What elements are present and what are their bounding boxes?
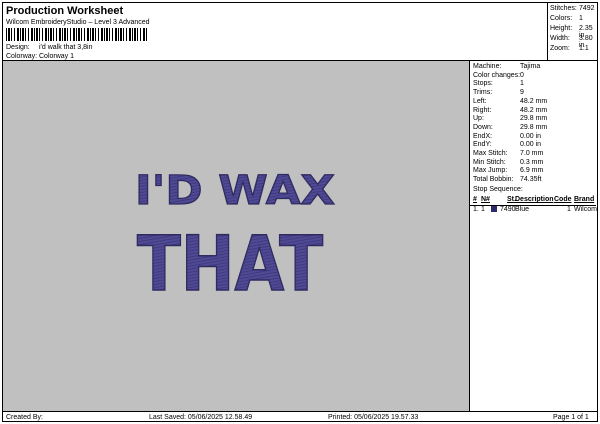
info-value: 0.00 in — [520, 132, 542, 140]
info-value: 9 — [520, 89, 524, 97]
info-value: 1 — [520, 80, 524, 88]
info-label: Left: — [473, 97, 487, 105]
info-row: Max Stitch: 7.0 mm — [473, 150, 593, 159]
info-value: Tajima — [520, 63, 541, 70]
info-row: EndX: 0.00 in — [473, 133, 593, 142]
info-value: 29.8 mm — [520, 115, 548, 123]
worksheet-footer: Created By: Last Saved: 05/06/2025 12.58… — [3, 411, 597, 421]
info-row: Machine: Tajima — [473, 63, 593, 72]
software-name: Wilcom EmbroideryStudio – Level 3 Advanc… — [6, 19, 150, 26]
info-label: EndY: — [473, 141, 492, 149]
barcode — [6, 28, 147, 41]
info-row: Total Bobbin: 74.35ft — [473, 176, 593, 185]
created-by: Created By: — [6, 414, 43, 421]
info-label: Trims: — [473, 89, 493, 97]
stop-sequence-table: # N# St. Description Code Brand 1. 1 749… — [470, 196, 597, 215]
info-value: 0.3 mm — [520, 158, 544, 166]
info-row: Max Jump: 6.9 mm — [473, 167, 593, 176]
info-label: Machine: — [473, 63, 502, 70]
info-row: Left: 48.2 mm — [473, 98, 593, 107]
info-value: 0 — [520, 71, 524, 79]
design-text-line2: THAT — [137, 219, 323, 308]
info-label: Max Stitch: — [473, 150, 508, 157]
info-value: 29.8 mm — [520, 123, 548, 131]
info-row: Down: 29.8 mm — [473, 124, 593, 133]
info-value: 6.9 mm — [520, 167, 544, 175]
last-saved: Last Saved: 05/06/2025 12.58.49 — [149, 414, 253, 421]
info-label: Up: — [473, 115, 484, 123]
info-value: 74.35ft — [520, 176, 542, 184]
info-label: Color changes: — [473, 71, 521, 79]
info-label: EndX: — [473, 132, 493, 140]
info-row: Stops: 1 — [473, 80, 593, 89]
info-label: Min Stitch: — [473, 158, 506, 166]
stat-stitches: Stitches: 7492 — [550, 5, 595, 12]
info-row: Trims: 9 — [473, 89, 593, 98]
col-brand: Brand — [574, 196, 595, 203]
stat-zoom: Zoom: 1:1 — [550, 45, 589, 52]
col-description: Description — [515, 196, 554, 203]
colorway-name: Colorway 1 — [39, 53, 75, 60]
row-index: 1. — [473, 206, 479, 213]
machine-info-panel: Machine: Tajima Color changes: 0 Stops: 1 Trim… — [469, 61, 597, 411]
info-value: 0.00 in — [520, 141, 542, 149]
info-value: 48.2 mm — [520, 106, 548, 114]
info-label: Max Jump: — [473, 167, 508, 175]
worksheet-title: Production Worksheet — [6, 5, 124, 17]
info-row: Right: 48.2 mm — [473, 107, 593, 116]
colorway-label: Colorway: — [6, 53, 38, 60]
design-name: i'd walk that 3,8in — [39, 44, 93, 51]
worksheet-header: Production Worksheet Wilcom EmbroiderySt… — [3, 3, 597, 61]
col-code: Code — [554, 196, 572, 203]
info-label: Right: — [473, 106, 492, 114]
stat-width: Width: 3.80 in — [550, 35, 593, 49]
design-canvas: I'D WAX THAT — [3, 61, 469, 411]
stop-sequence-header: # N# St. Description Code Brand — [470, 196, 596, 205]
row-code: 1 — [567, 206, 571, 213]
page-number: Page 1 of 1 — [553, 414, 589, 421]
printed-date: Printed: 05/06/2025 19.57.33 — [328, 414, 419, 421]
col-number: N# — [481, 196, 490, 203]
row-brand: Wilcom — [574, 206, 597, 213]
stat-height: Height: 2.35 in — [550, 25, 593, 39]
info-label: Down: — [473, 123, 493, 131]
info-value: 7.0 mm — [520, 150, 544, 157]
row-number: 1 — [481, 206, 485, 213]
table-row: 1. 1 7490 Blue 1 Wilcom — [470, 206, 597, 215]
row-description: Blue — [515, 206, 530, 213]
info-label: Total Bobbin: — [473, 176, 514, 184]
info-label: Stops: — [473, 80, 493, 88]
colorway-row: Colorway: Colorway 1 — [6, 53, 74, 60]
info-row: Color changes: 0 — [473, 72, 593, 81]
thread-color-swatch — [491, 206, 497, 212]
design-row: Design: i'd walk that 3,8in — [6, 44, 92, 51]
info-row: Up: 29.8 mm — [473, 115, 593, 124]
row-stitches: 7490 — [500, 206, 516, 213]
design-label: Design: — [6, 44, 30, 51]
info-row: EndY: 0.00 in — [473, 141, 593, 150]
stop-sequence-heading: Stop Sequence: — [473, 186, 523, 193]
stats-box: Stitches: 7492 Colors: 1 Height: 2.35 in Wi… — [547, 3, 597, 61]
col-hash: # — [473, 196, 477, 203]
embroidery-design: I'D WAX THAT — [134, 167, 335, 308]
stat-colors: Colors: 1 — [550, 15, 583, 22]
info-value: 48.2 mm — [520, 97, 548, 105]
info-row: Min Stitch: 0.3 mm — [473, 159, 593, 168]
worksheet: Production Worksheet Wilcom EmbroiderySt… — [2, 2, 598, 422]
design-text-line1: I'D WAX — [135, 168, 335, 214]
